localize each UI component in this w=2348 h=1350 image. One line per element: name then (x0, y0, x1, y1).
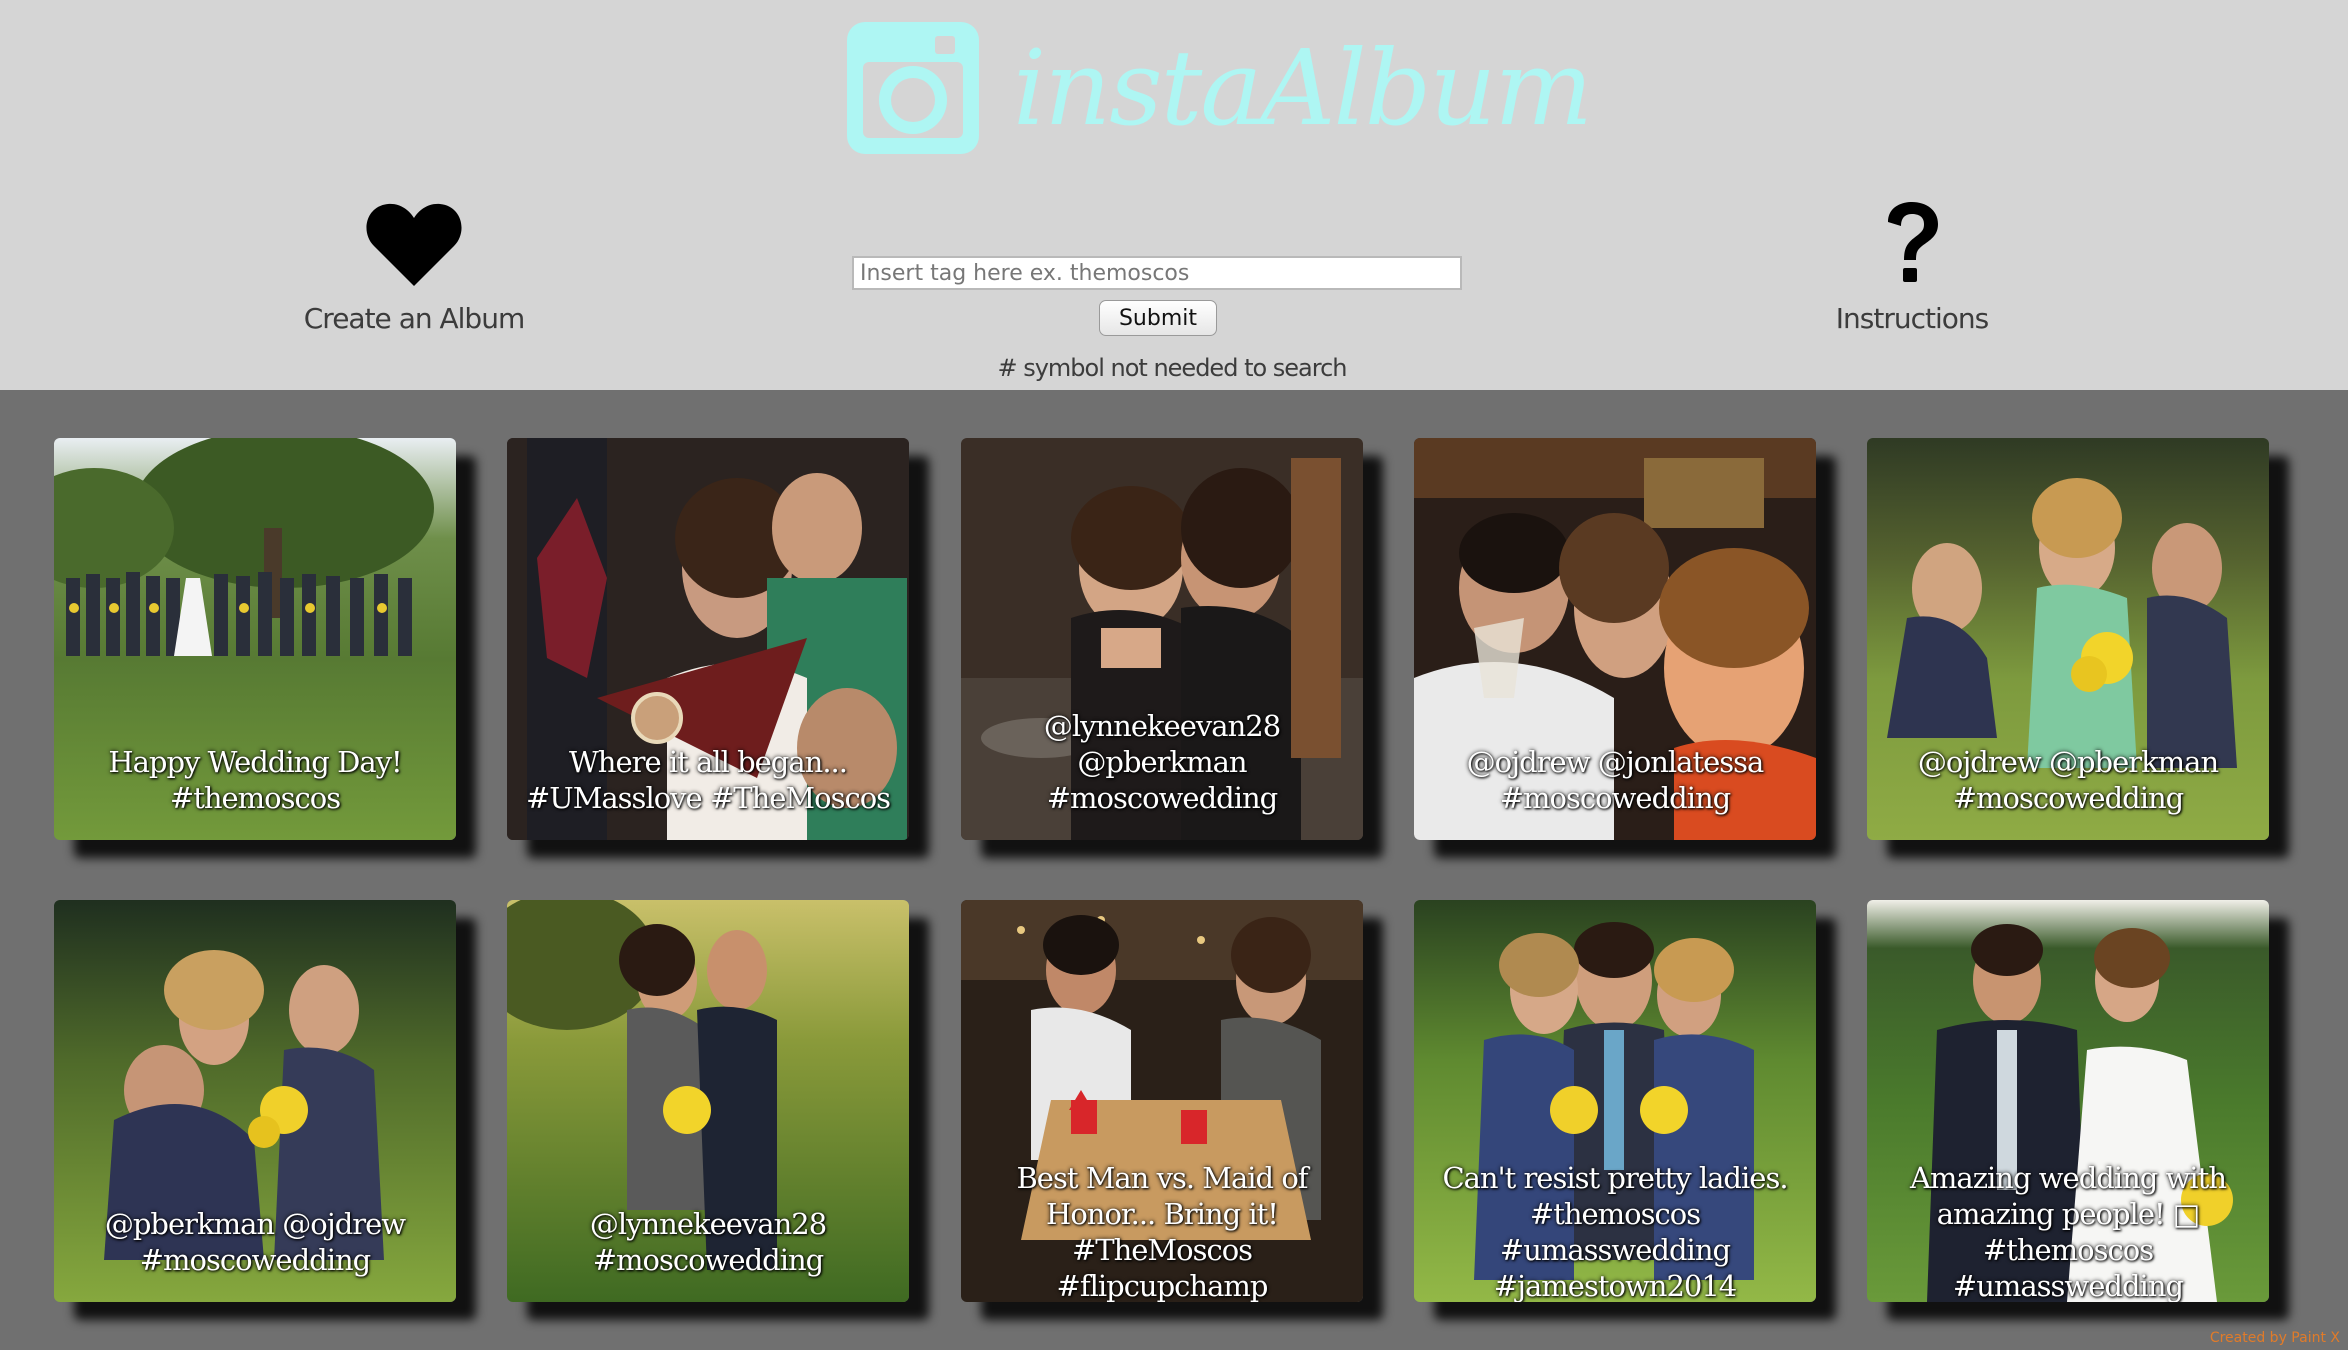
search-hint: # symbol not needed to search (997, 354, 1347, 382)
photo-card[interactable]: Can't resist pretty ladies. #themoscos #… (1414, 900, 1816, 1302)
photo-caption: @ojdrew @jonlatessa #moscowedding (1466, 745, 1765, 815)
photo-caption: @lynnekeevan28 #moscowedding (589, 1207, 827, 1277)
instructions-button[interactable]: Instructions (1762, 200, 2062, 335)
photo-card[interactable]: @pberkman @ojdrew #moscowedding (54, 900, 456, 1302)
photo-caption: Best Man vs. Maid of Honor... Bring it! … (1016, 1161, 1308, 1302)
photo-card[interactable]: @lynnekeevan28 @pberkman #moscowedding (961, 438, 1363, 840)
logo[interactable]: instaAlbum (843, 18, 1593, 158)
photo-caption: @lynnekeevan28 @pberkman #moscowedding (1043, 709, 1281, 815)
logo-text: instaAlbum (1013, 27, 1593, 149)
photo-caption: @ojdrew @pberkman #moscowedding (1917, 745, 2219, 815)
photo-card[interactable]: @ojdrew @pberkman #moscowedding (1867, 438, 2269, 840)
photo-caption: @pberkman @ojdrew #moscowedding (104, 1207, 406, 1277)
photo-card[interactable]: Where it all began... #UMasslove #TheMos… (507, 438, 909, 840)
photo-caption: Can't resist pretty ladies. #themoscos #… (1442, 1161, 1788, 1302)
footer-credit: Created by Paint X (2209, 1330, 2340, 1346)
camera-icon (847, 22, 979, 154)
photo-card[interactable]: @ojdrew @jonlatessa #moscowedding (1414, 438, 1816, 840)
photo-card[interactable]: @lynnekeevan28 #moscowedding (507, 900, 909, 1302)
photo-card[interactable]: Best Man vs. Maid of Honor... Bring it! … (961, 900, 1363, 1302)
instructions-label: Instructions (1835, 302, 1989, 335)
photo-gallery: Happy Wedding Day! #themoscos Where it a… (0, 390, 2348, 1350)
question-mark-icon (1888, 202, 1938, 282)
photo-card[interactable]: Happy Wedding Day! #themoscos (54, 438, 456, 840)
photo-caption: Where it all began... #UMasslove #TheMos… (525, 745, 891, 815)
create-album-button[interactable]: Create an Album (264, 200, 564, 335)
create-album-label: Create an Album (303, 302, 525, 335)
photo-caption: Amazing wedding with amazing people! □ #… (1909, 1161, 2227, 1302)
photo-card[interactable]: Amazing wedding with amazing people! □ #… (1867, 900, 2269, 1302)
photo-caption: Happy Wedding Day! #themoscos (108, 745, 402, 815)
tag-search-input[interactable] (852, 256, 1462, 290)
header: instaAlbum Create an Album Instructions … (0, 0, 2348, 390)
heart-icon (366, 203, 462, 286)
submit-button[interactable]: Submit (1099, 300, 1217, 336)
